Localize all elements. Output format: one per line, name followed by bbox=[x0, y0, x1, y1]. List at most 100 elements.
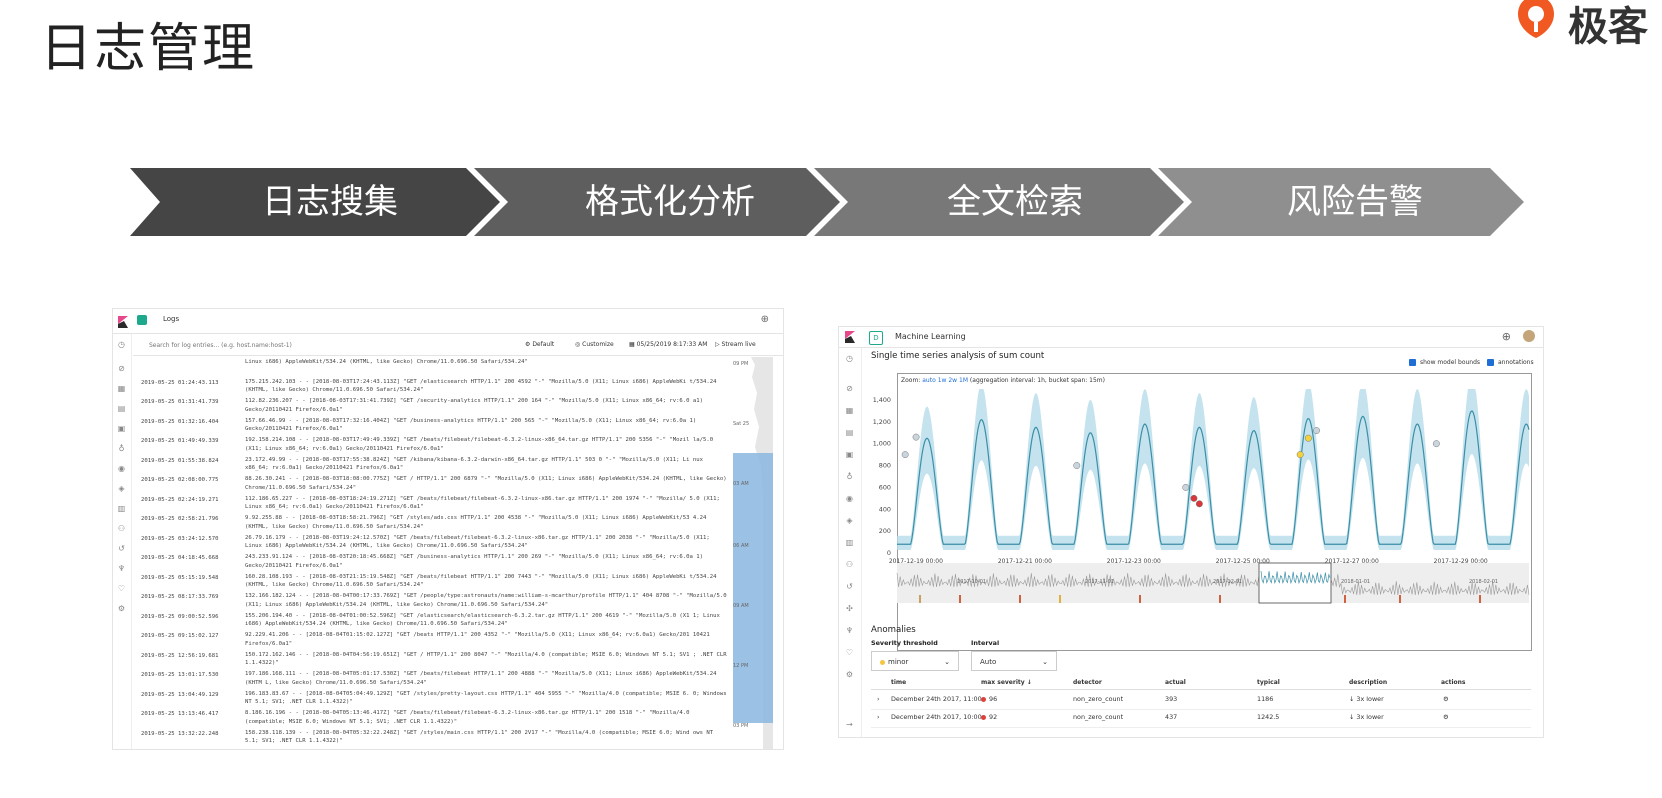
minimap-label: 09 AM bbox=[733, 603, 749, 609]
log-row[interactable]: 2019-05-25 13:13:46.417 8.186.16.196 - - … bbox=[133, 708, 733, 728]
nav-dashboard-icon[interactable]: ▤ bbox=[117, 404, 126, 413]
log-message: 23.172.49.99 - - [2018-08-03T17:55:38.82… bbox=[245, 456, 704, 472]
nav-monitoring-icon[interactable]: ♆ bbox=[845, 626, 854, 635]
nav-apm-icon[interactable]: ⚇ bbox=[117, 524, 126, 533]
nav-infra-icon[interactable]: ◈ bbox=[117, 484, 126, 493]
brand-logo: 极客 bbox=[1512, 0, 1662, 50]
date-picker[interactable]: ▦ 05/25/2019 8:17:33 AM bbox=[629, 341, 707, 348]
col-max-severity[interactable]: max severity ↓ bbox=[981, 679, 1032, 686]
log-message: Linux i686) AppleWebKit/534.24 (KHTML, l… bbox=[245, 359, 528, 365]
chevron-down-icon: ⌄ bbox=[944, 658, 950, 666]
severity-threshold-select[interactable]: minor ⌄ bbox=[871, 651, 959, 671]
overview-anomaly-mark bbox=[1019, 595, 1021, 603]
single-metric-chart[interactable]: 02004006008001,0001,2001,4002017-12-19 0… bbox=[839, 327, 1543, 627]
log-row[interactable]: 2019-05-25 05:15:19.548 160.28.108.193 - … bbox=[133, 572, 733, 592]
expand-row-icon[interactable]: › bbox=[877, 695, 880, 703]
log-row[interactable]: 2019-05-25 01:32:16.404 157.66.46.99 - - … bbox=[133, 416, 733, 436]
logs-app-title: Logs bbox=[163, 315, 180, 323]
log-row[interactable]: 2019-05-25 09:15:02.127 92.229.41.206 - -… bbox=[133, 630, 733, 650]
log-row[interactable]: 2019-05-25 08:17:33.769 132.166.182.124 -… bbox=[133, 591, 733, 611]
row-actions-gear-icon[interactable]: ⚙ bbox=[1443, 695, 1449, 703]
logs-nav-rail: ◷ ⊘ ▦ ▤ ▣ ♁ ◉ ◈ ▥ ⚇ ↺ ♆ ♡ ⚙ bbox=[113, 334, 132, 749]
interval-select[interactable]: Auto ⌄ bbox=[971, 651, 1057, 671]
row-actions-gear-icon[interactable]: ⚙ bbox=[1443, 713, 1449, 721]
log-row[interactable]: 2019-05-25 04:18:45.668 243.233.91.124 - … bbox=[133, 552, 733, 572]
log-minimap[interactable]: 09 PM Sat 25 03 AM 06 AM 09 AM 12 PM 03 … bbox=[733, 357, 773, 749]
y-tick-label: 800 bbox=[879, 462, 891, 470]
minimap-label: Sat 25 bbox=[733, 421, 750, 427]
nav-canvas-icon[interactable]: ▣ bbox=[117, 424, 126, 433]
help-icon[interactable]: ⊕ bbox=[761, 314, 769, 325]
kibana-logo-icon[interactable] bbox=[118, 316, 128, 328]
log-row[interactable]: 2019-05-25 02:08:00.775 88.26.30.241 - - … bbox=[133, 474, 733, 494]
overview-anomaly-mark bbox=[1219, 595, 1221, 603]
anomaly-marker bbox=[1296, 451, 1304, 459]
overview-date-label: 2018-01-01 bbox=[1341, 579, 1370, 585]
stream-live-button[interactable]: ▷ Stream live bbox=[715, 341, 756, 348]
nav-uptime-icon[interactable]: ↺ bbox=[117, 544, 126, 553]
log-row[interactable]: 2019-05-25 13:32:22.248 158.238.118.139 -… bbox=[133, 728, 733, 748]
nav-settings-icon[interactable]: ⚙ bbox=[845, 670, 854, 679]
nav-devtools-icon[interactable]: ♆ bbox=[117, 564, 126, 573]
log-search-input[interactable] bbox=[139, 338, 509, 352]
severity-value: minor bbox=[888, 658, 909, 666]
log-row[interactable]: 2019-05-25 13:01:17.530 197.186.168.111 -… bbox=[133, 669, 733, 689]
log-row[interactable]: 2019-05-25 01:24:43.113 175.215.242.103 -… bbox=[133, 377, 733, 397]
step-parse: 格式化分析 bbox=[585, 182, 755, 222]
cell-detector: non_zero_count bbox=[1073, 695, 1124, 703]
log-row[interactable]: 2019-05-25 01:31:41.739 112.82.236.207 - … bbox=[133, 396, 733, 416]
col-description[interactable]: description bbox=[1349, 679, 1387, 686]
log-row[interactable]: Linux i686) AppleWebKit/534.24 (KHTML, l… bbox=[133, 357, 733, 377]
cell-time: December 24th 2017, 10:00 bbox=[891, 713, 982, 721]
default-button[interactable]: ⚙ Default bbox=[525, 341, 554, 348]
log-timestamp: 2019-05-25 02:24:19.271 bbox=[141, 496, 219, 503]
log-timestamp: 2019-05-25 13:04:49.129 bbox=[141, 691, 219, 698]
severity-score: 96 bbox=[989, 695, 998, 703]
anomaly-marker bbox=[1182, 483, 1190, 491]
cell-description: ↓ 3x lower bbox=[1349, 713, 1384, 721]
col-actions: actions bbox=[1441, 679, 1466, 686]
nav-monitoring-icon[interactable]: ♡ bbox=[117, 584, 126, 593]
col-time[interactable]: time bbox=[891, 679, 906, 686]
col-detector[interactable]: detector bbox=[1073, 679, 1102, 686]
col-actual[interactable]: actual bbox=[1165, 679, 1186, 686]
nav-discover-icon[interactable]: ⊘ bbox=[117, 364, 126, 373]
severity-critical-icon bbox=[981, 696, 986, 702]
log-message: 9.92.255.88 - - [2018-08-03T18:58:21.796… bbox=[245, 515, 707, 530]
log-row[interactable]: 2019-05-25 01:55:38.824 23.172.49.99 - - … bbox=[133, 455, 733, 475]
log-message: 160.28.108.193 - - [2018-08-03T21:15:19.… bbox=[245, 573, 717, 589]
interval-value: Auto bbox=[980, 658, 997, 666]
default-icon: ⚙ bbox=[525, 341, 531, 348]
minimap-label: 09 PM bbox=[733, 361, 749, 367]
minimap-highlight bbox=[733, 453, 773, 723]
step-alert: 风险告警 bbox=[1287, 182, 1423, 222]
log-message: 175.215.242.103 - - [2018-08-03T17:24:43… bbox=[245, 378, 717, 394]
log-row[interactable]: 2019-05-25 09:00:52.596 155.206.194.40 - … bbox=[133, 611, 733, 631]
log-row[interactable]: 2019-05-25 03:24:12.570 26.79.16.179 - - … bbox=[133, 533, 733, 553]
nav-alerts-icon[interactable]: ♡ bbox=[845, 648, 854, 657]
log-message: 197.186.168.111 - - [2018-08-04T05:01:17… bbox=[245, 671, 717, 686]
expand-row-icon[interactable]: › bbox=[877, 713, 880, 721]
y-tick-label: 400 bbox=[879, 505, 891, 513]
nav-settings-icon[interactable]: ⚙ bbox=[117, 604, 126, 613]
log-timestamp: 2019-05-25 13:32:22.248 bbox=[141, 730, 219, 737]
log-row[interactable]: 2019-05-25 13:04:49.129 196.183.83.67 - -… bbox=[133, 689, 733, 709]
collapse-icon[interactable]: → bbox=[845, 720, 854, 729]
log-row[interactable]: 2019-05-25 02:58:21.796 9.92.255.88 - - [… bbox=[133, 513, 733, 533]
nav-logs-icon[interactable]: ▥ bbox=[117, 504, 126, 513]
log-row[interactable]: 2019-05-25 01:49:49.339 192.158.214.108 -… bbox=[133, 435, 733, 455]
minimap-label: 12 PM bbox=[733, 663, 749, 669]
calendar-icon: ▦ bbox=[629, 341, 635, 348]
nav-recent-icon[interactable]: ◷ bbox=[117, 340, 126, 349]
log-row[interactable]: 2019-05-25 12:56:19.681 150.172.162.146 -… bbox=[133, 650, 733, 670]
overview-date-label: 2017-11-01 bbox=[1085, 579, 1114, 585]
nav-maps-icon[interactable]: ♁ bbox=[117, 444, 126, 453]
nav-visualize-icon[interactable]: ▦ bbox=[117, 384, 126, 393]
customize-button[interactable]: ◎ Customize bbox=[575, 341, 614, 348]
nav-ml-icon[interactable]: ◉ bbox=[117, 464, 126, 473]
col-typical[interactable]: typical bbox=[1257, 679, 1280, 686]
log-row[interactable]: 2019-05-25 02:24:19.271 112.186.65.227 - … bbox=[133, 494, 733, 514]
kibana-logs-window: Logs ⊕ ◷ ⊘ ▦ ▤ ▣ ♁ ◉ ◈ ▥ ⚇ ↺ ♆ ♡ ⚙ ⚙ Def… bbox=[112, 308, 784, 750]
log-timestamp: 2019-05-25 01:31:41.739 bbox=[141, 399, 219, 405]
kibana-ml-window: D Machine Learning ⊕ ◷ ⊘ ▦ ▤ ▣ ♁ ◉ ◈ ▥ ⚇… bbox=[838, 326, 1544, 738]
